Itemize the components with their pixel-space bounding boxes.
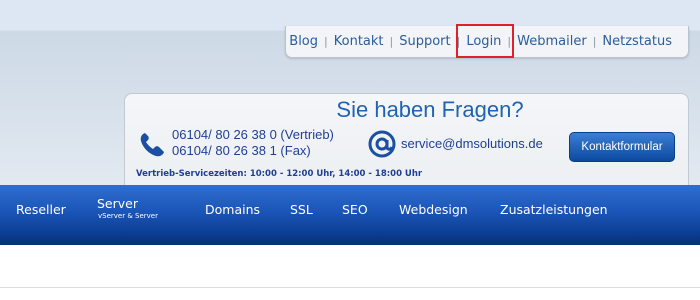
utility-link-login[interactable]: Login bbox=[460, 34, 507, 49]
nav-item-seo[interactable]: SEO bbox=[342, 185, 368, 240]
contact-title: Sie haben Fragen? bbox=[336, 97, 524, 122]
nav-item-server-sublabel: vServer & Server bbox=[98, 212, 158, 220]
nav-item-zusatzleistungen[interactable]: Zusatzleistungen bbox=[500, 185, 608, 240]
nav-item-reseller[interactable]: Reseller bbox=[16, 185, 66, 240]
main-nav: Reseller Server vServer & Server Domains… bbox=[0, 185, 700, 245]
phone-icon bbox=[140, 133, 164, 157]
utility-link-blog[interactable]: Blog bbox=[283, 34, 324, 49]
utility-link-kontakt[interactable]: Kontakt bbox=[328, 34, 390, 49]
nav-item-server-label: Server bbox=[97, 196, 138, 211]
phone-line-fax: 06104/ 80 26 38 1 (Fax) bbox=[172, 143, 311, 158]
contact-form-button[interactable]: Kontaktformular bbox=[569, 132, 675, 162]
contact-panel: Sie haben Fragen? 06104/ 80 26 38 0 (Ver… bbox=[124, 93, 689, 193]
utility-link-support[interactable]: Support bbox=[393, 34, 456, 49]
nav-item-webdesign[interactable]: Webdesign bbox=[399, 185, 468, 240]
login-wrapper: Login bbox=[456, 24, 515, 58]
nav-item-ssl[interactable]: SSL bbox=[290, 185, 313, 240]
utility-link-netzstatus[interactable]: Netzstatus bbox=[596, 34, 678, 49]
email-link[interactable]: service@dmsolutions.de bbox=[401, 136, 543, 151]
at-icon bbox=[368, 130, 396, 158]
service-hours: Vertrieb-Servicezeiten: 10:00 - 12:00 Uh… bbox=[136, 169, 423, 179]
nav-item-server[interactable]: Server vServer & Server bbox=[97, 185, 158, 240]
utility-link-webmailer[interactable]: Webmailer bbox=[511, 34, 593, 49]
utility-nav: Blog | Kontakt | Support | Login | Webma… bbox=[283, 24, 689, 58]
content-divider bbox=[0, 287, 700, 288]
phone-numbers: 06104/ 80 26 38 0 (Vertrieb) 06104/ 80 2… bbox=[172, 127, 334, 159]
nav-item-domains[interactable]: Domains bbox=[205, 185, 260, 240]
phone-line-sales: 06104/ 80 26 38 0 (Vertrieb) bbox=[172, 127, 334, 142]
